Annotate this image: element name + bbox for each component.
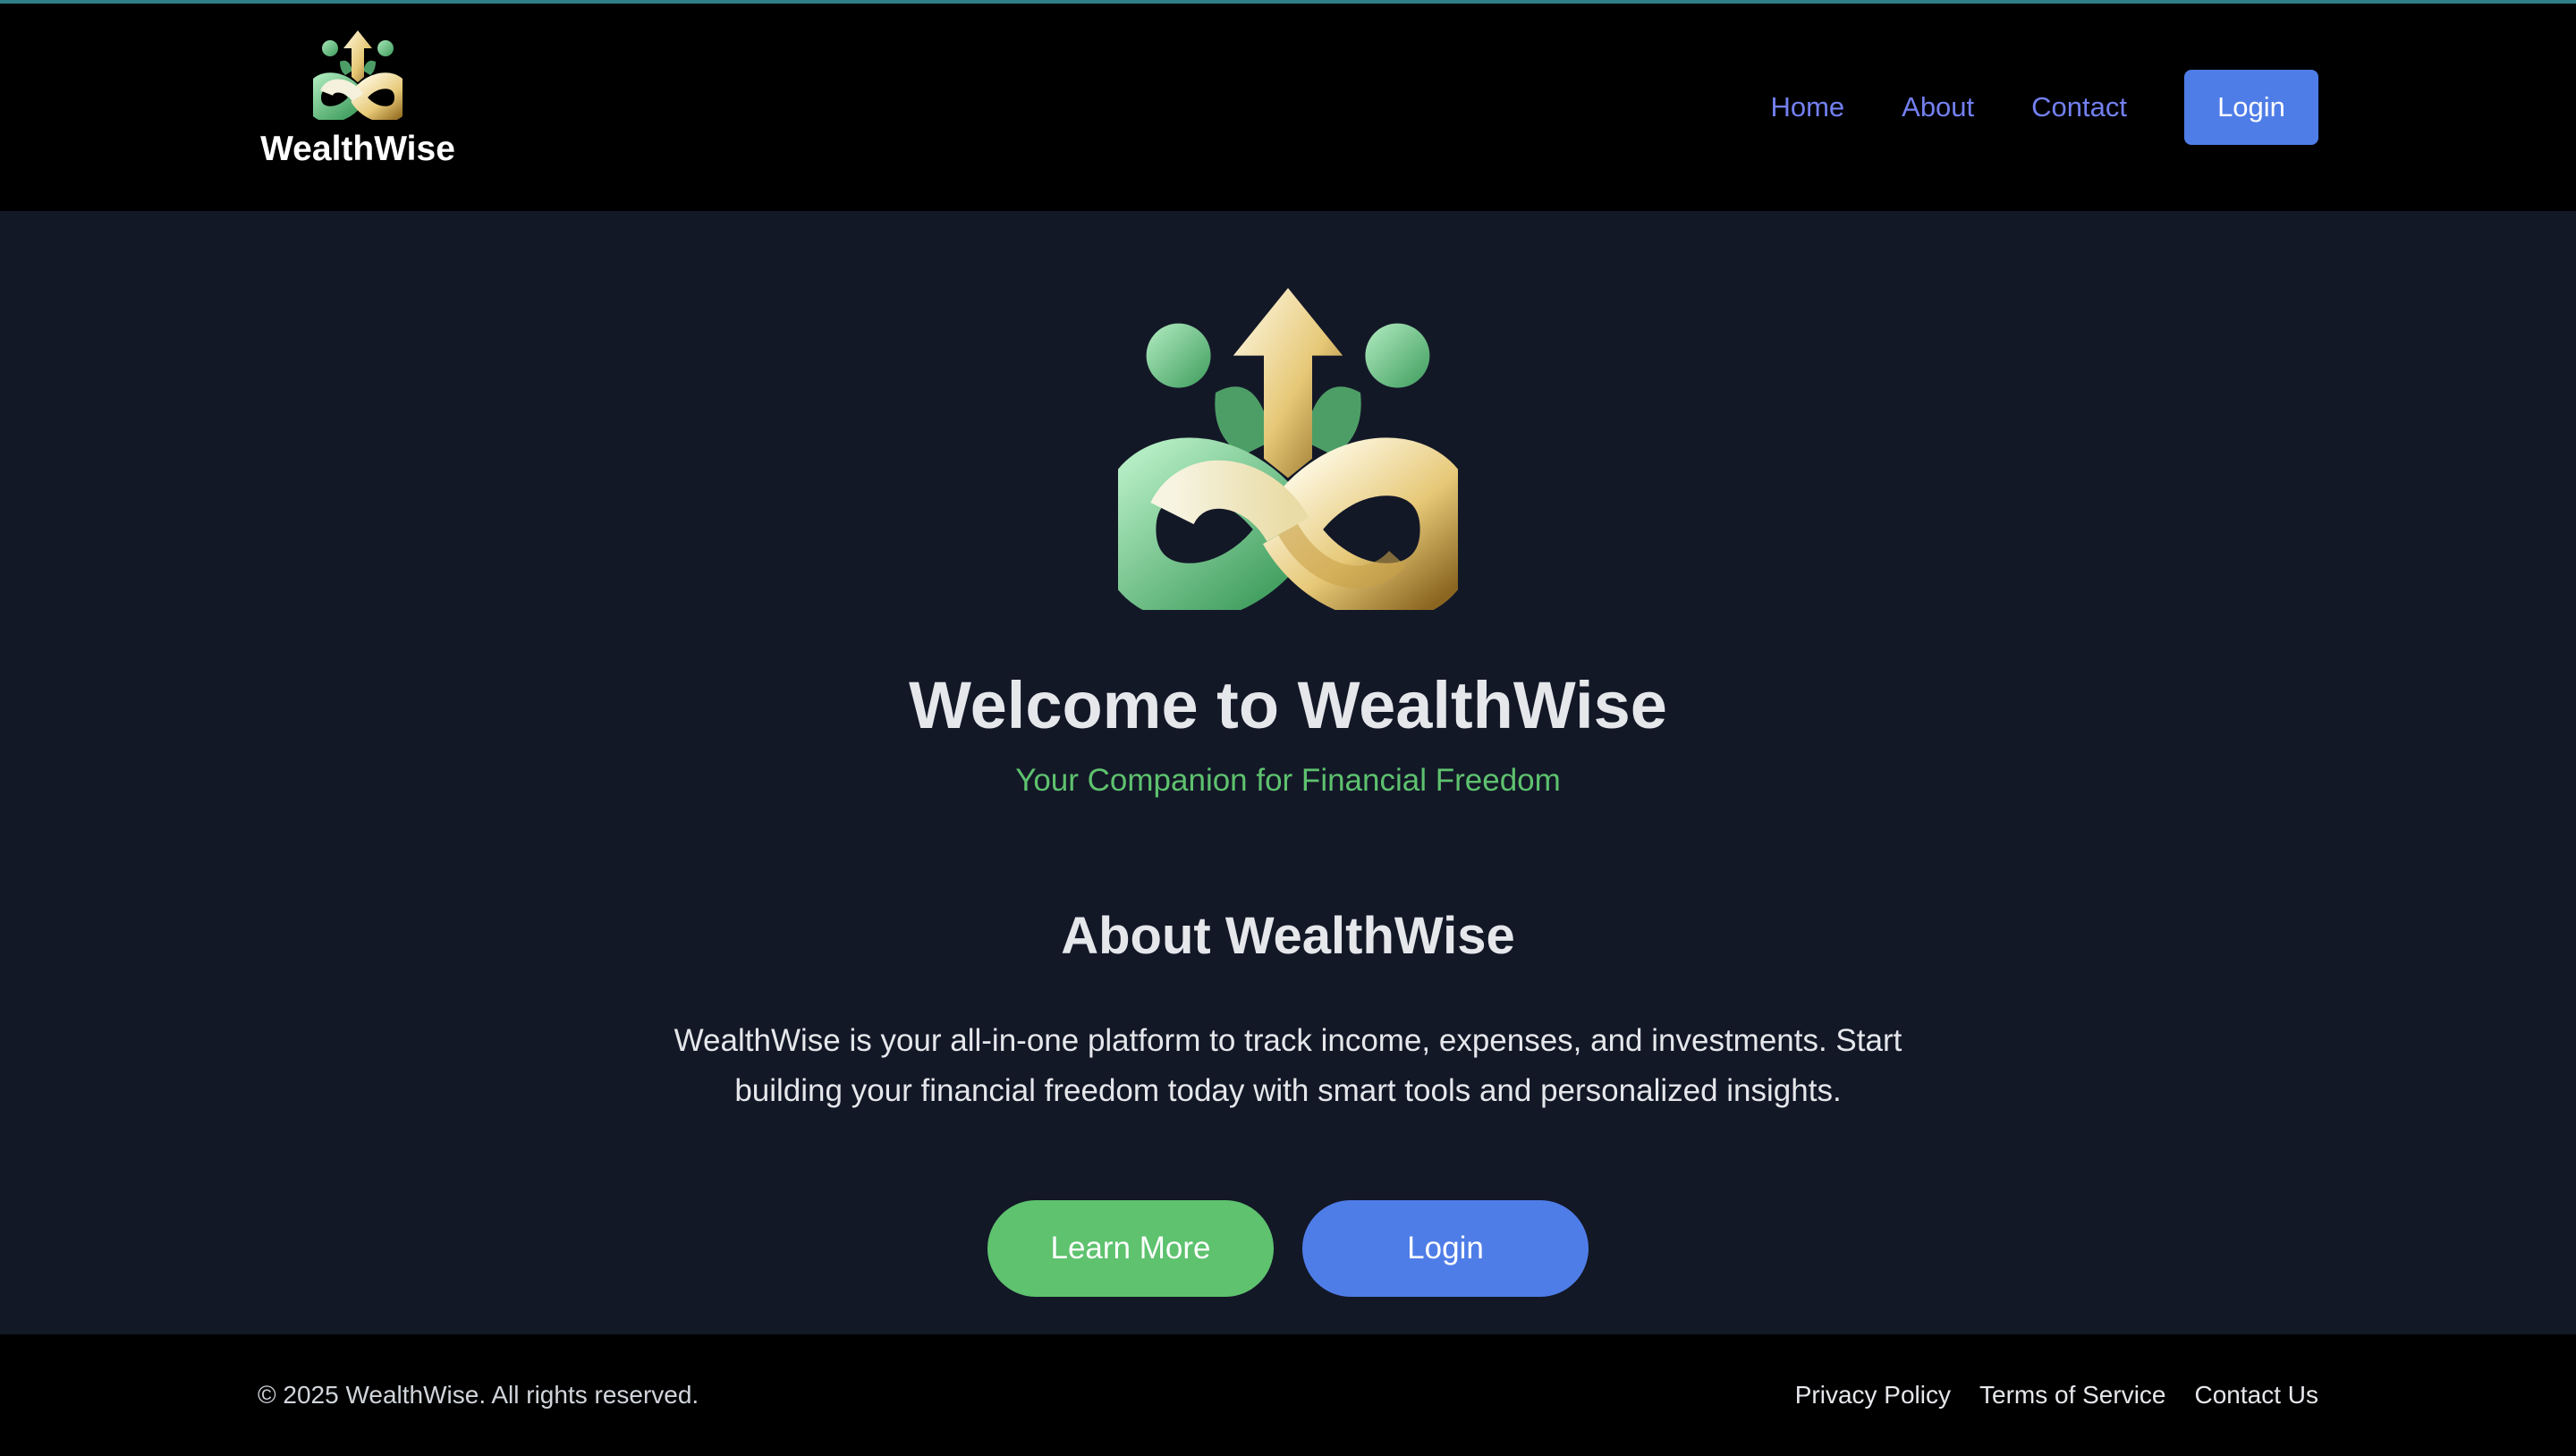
hero-section: Welcome to WealthWise Your Companion for… xyxy=(0,211,2576,1334)
footer-link-contact-us[interactable]: Contact Us xyxy=(2195,1377,2319,1413)
brand-logo-icon xyxy=(313,30,402,120)
cta-buttons: Learn More Login xyxy=(987,1200,1589,1297)
copyright-text: © 2025 WealthWise. All rights reserved. xyxy=(258,1381,699,1409)
hero-login-button[interactable]: Login xyxy=(1302,1200,1589,1297)
nav-link-contact[interactable]: Contact xyxy=(2031,70,2127,145)
hero-title: Welcome to WealthWise xyxy=(909,668,1667,742)
navbar: WealthWise Home About Contact Login xyxy=(0,4,2576,211)
main-nav: Home About Contact Login xyxy=(1770,70,2318,145)
footer-link-terms-of-service[interactable]: Terms of Service xyxy=(1979,1377,2166,1413)
footer-links: Privacy Policy Terms of Service Contact … xyxy=(1767,1377,2318,1413)
hero-logo-icon xyxy=(1118,288,1458,610)
footer-link-privacy-policy[interactable]: Privacy Policy xyxy=(1795,1377,1951,1413)
nav-link-about[interactable]: About xyxy=(1902,70,1974,145)
about-description: WealthWise is your all-in-one platform t… xyxy=(674,1023,1902,1108)
brand[interactable]: WealthWise xyxy=(258,30,458,191)
hero-subtitle: Your Companion for Financial Freedom xyxy=(1015,763,1561,798)
about-title: About WealthWise xyxy=(1061,907,1515,965)
learn-more-button[interactable]: Learn More xyxy=(987,1200,1274,1297)
nav-link-home[interactable]: Home xyxy=(1770,70,1844,145)
footer: © 2025 WealthWise. All rights reserved. … xyxy=(0,1334,2576,1456)
brand-name: WealthWise xyxy=(260,130,455,168)
nav-login-button[interactable]: Login xyxy=(2184,70,2318,145)
